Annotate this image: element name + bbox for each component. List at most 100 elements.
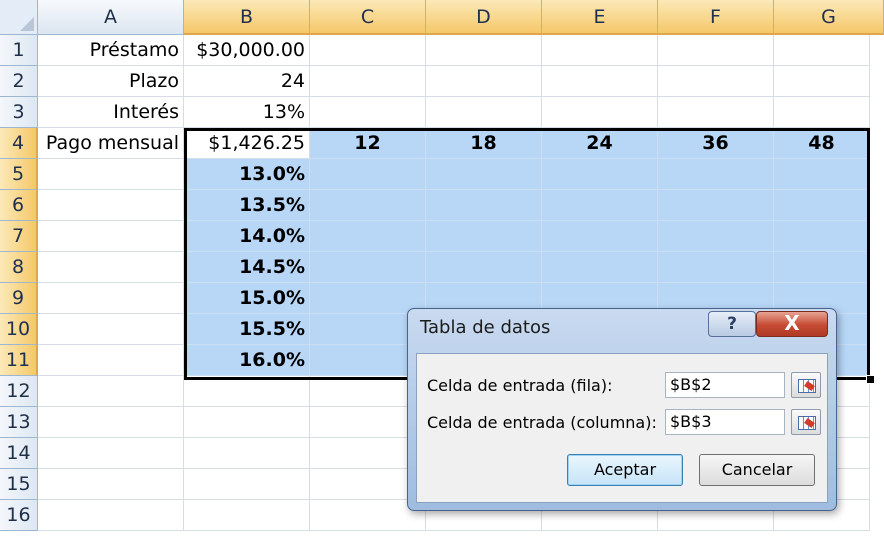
cell-b12[interactable] [184,376,310,407]
cell-c6[interactable] [310,190,426,221]
cell-e4[interactable]: 24 [542,128,658,159]
cell-c4[interactable]: 12 [310,128,426,159]
fill-handle[interactable] [866,375,875,384]
column-header-e[interactable]: E [542,0,658,35]
cell-d4[interactable]: 18 [426,128,542,159]
cell-b7[interactable]: 14.0% [184,221,310,252]
row-header-2[interactable]: 2 [0,66,38,97]
cell-d5[interactable] [426,159,542,190]
cell-e6[interactable] [542,190,658,221]
cell-a16[interactable] [38,500,184,531]
row-input-collapse-button[interactable] [791,372,821,398]
select-all-corner[interactable] [0,0,38,35]
cell-f6[interactable] [658,190,774,221]
cell-g6[interactable] [774,190,870,221]
cell-f2[interactable] [658,66,774,97]
cell-b14[interactable] [184,438,310,469]
column-header-g[interactable]: G [774,0,884,35]
column-input-collapse-button[interactable] [791,409,821,435]
cell-a14[interactable] [38,438,184,469]
cell-a12[interactable] [38,376,184,407]
column-header-c[interactable]: C [310,0,426,35]
cell-b6[interactable]: 13.5% [184,190,310,221]
cell-b16[interactable] [184,500,310,531]
row-header-11[interactable]: 11 [0,345,38,376]
row-header-6[interactable]: 6 [0,190,38,221]
accept-button[interactable]: Aceptar [567,454,683,486]
cell-e2[interactable] [542,66,658,97]
cell-g5[interactable] [774,159,870,190]
cell-f1[interactable] [658,35,774,66]
cell-d3[interactable] [426,97,542,128]
cell-e3[interactable] [542,97,658,128]
cell-b13[interactable] [184,407,310,438]
cell-g2[interactable] [774,66,870,97]
cell-g8[interactable] [774,252,870,283]
cell-g1[interactable] [774,35,870,66]
cell-b9[interactable]: 15.0% [184,283,310,314]
cell-a1[interactable]: Préstamo [38,35,184,66]
cell-b15[interactable] [184,469,310,500]
cell-a8[interactable] [38,252,184,283]
cell-g3[interactable] [774,97,870,128]
close-button[interactable]: X [756,311,828,337]
cell-c7[interactable] [310,221,426,252]
cell-f3[interactable] [658,97,774,128]
cell-d8[interactable] [426,252,542,283]
row-header-13[interactable]: 13 [0,407,38,438]
data-table-dialog[interactable]: Tabla de datos ? X Celda de entrada (fil… [407,308,837,511]
cell-c8[interactable] [310,252,426,283]
column-header-d[interactable]: D [426,0,542,35]
cell-a3[interactable]: Interés [38,97,184,128]
help-button[interactable]: ? [708,311,756,337]
cell-b8[interactable]: 14.5% [184,252,310,283]
cell-b1[interactable]: $30,000.00 [184,35,310,66]
cell-c2[interactable] [310,66,426,97]
cell-e7[interactable] [542,221,658,252]
cell-a11[interactable] [38,345,184,376]
row-header-14[interactable]: 14 [0,438,38,469]
cell-e1[interactable] [542,35,658,66]
cancel-button[interactable]: Cancelar [699,454,815,486]
row-header-5[interactable]: 5 [0,159,38,190]
cell-a7[interactable] [38,221,184,252]
column-header-f[interactable]: F [658,0,774,35]
row-header-16[interactable]: 16 [0,500,38,531]
cell-b3[interactable]: 13% [184,97,310,128]
cell-a13[interactable] [38,407,184,438]
cell-d7[interactable] [426,221,542,252]
cell-a2[interactable]: Plazo [38,66,184,97]
cell-e8[interactable] [542,252,658,283]
cell-d6[interactable] [426,190,542,221]
cell-f7[interactable] [658,221,774,252]
row-header-3[interactable]: 3 [0,97,38,128]
cell-a6[interactable] [38,190,184,221]
cell-c1[interactable] [310,35,426,66]
cell-b2[interactable]: 24 [184,66,310,97]
cell-f4[interactable]: 36 [658,128,774,159]
cell-b10[interactable]: 15.5% [184,314,310,345]
column-header-a[interactable]: A [38,0,184,35]
row-header-10[interactable]: 10 [0,314,38,345]
cell-e5[interactable] [542,159,658,190]
cell-b5[interactable]: 13.0% [184,159,310,190]
cell-g7[interactable] [774,221,870,252]
row-header-1[interactable]: 1 [0,35,38,66]
cell-c3[interactable] [310,97,426,128]
row-header-15[interactable]: 15 [0,469,38,500]
row-header-9[interactable]: 9 [0,283,38,314]
cell-b4[interactable]: $1,426.25 [184,128,310,159]
column-input-field[interactable]: $B$3 [665,409,785,435]
cell-f8[interactable] [658,252,774,283]
row-header-7[interactable]: 7 [0,221,38,252]
row-header-12[interactable]: 12 [0,376,38,407]
cell-g4[interactable]: 48 [774,128,870,159]
cell-a5[interactable] [38,159,184,190]
cell-b11[interactable]: 16.0% [184,345,310,376]
cell-c5[interactable] [310,159,426,190]
cell-a10[interactable] [38,314,184,345]
cell-a15[interactable] [38,469,184,500]
column-header-b[interactable]: B [184,0,310,35]
row-input-field[interactable]: $B$2 [665,372,785,398]
row-header-8[interactable]: 8 [0,252,38,283]
